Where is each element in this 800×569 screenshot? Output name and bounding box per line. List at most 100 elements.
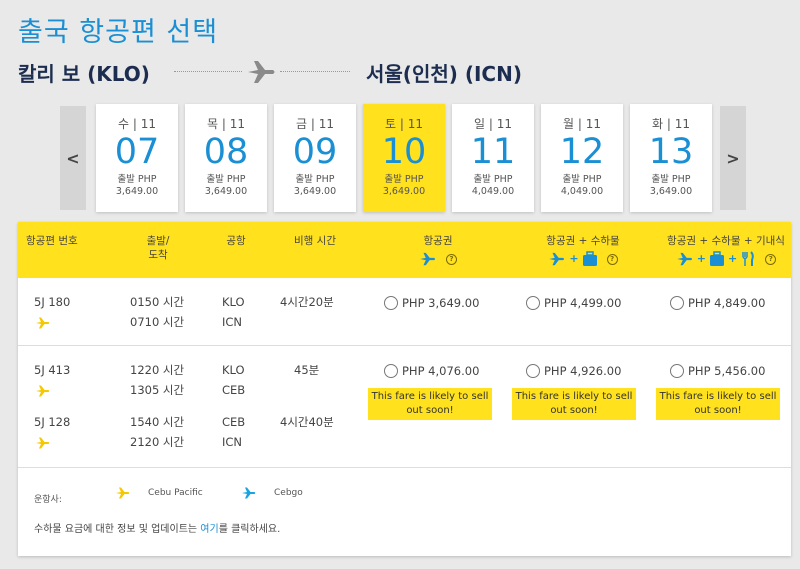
date-weekday: 일 | 11 bbox=[474, 117, 512, 131]
fare-price: PHP 4,076.00 bbox=[402, 364, 480, 378]
info-icon[interactable]: ? bbox=[765, 253, 777, 265]
header-flight-number: 항공편 번호 bbox=[26, 235, 78, 247]
header-arrive: 도착 bbox=[148, 249, 168, 261]
fare-baggage-meal-radio[interactable]: PHP 5,456.00 bbox=[670, 364, 765, 378]
operator-legend-item: Cebu Pacific bbox=[114, 486, 203, 500]
baggage-info-link[interactable]: 여기 bbox=[200, 524, 218, 535]
date-day: 09 bbox=[292, 132, 338, 172]
date-price-label: 출발 PHP bbox=[117, 174, 157, 185]
radio-circle[interactable] bbox=[526, 364, 540, 378]
date-day: 11 bbox=[470, 132, 516, 172]
header-airport: 공항 bbox=[226, 235, 246, 247]
cutlery-icon bbox=[742, 251, 755, 266]
depart-airport: KLO bbox=[222, 295, 245, 309]
date-day: 08 bbox=[203, 132, 249, 172]
date-day: 13 bbox=[648, 132, 694, 172]
next-week-button[interactable]: > bbox=[720, 106, 746, 210]
origin-city: 칼리 보 (KLO) bbox=[18, 62, 150, 86]
flight-number: 5J 180 bbox=[34, 295, 71, 309]
radio-circle[interactable] bbox=[384, 296, 398, 310]
header-fare-basic: 항공권 bbox=[423, 235, 453, 247]
date-price: 3,649.00 bbox=[293, 186, 337, 197]
destination-city: 서울(인천) (ICN) bbox=[366, 62, 522, 86]
date-day: 12 bbox=[559, 132, 605, 172]
cebgo-plane-icon bbox=[242, 487, 256, 499]
fare-price: PHP 5,456.00 bbox=[688, 364, 766, 378]
arrive-time: 2120 시간 bbox=[130, 435, 185, 449]
date-weekday: 목 | 11 bbox=[207, 117, 245, 131]
fare-baggage-radio[interactable]: PHP 4,926.00 bbox=[526, 364, 621, 378]
date-price-label: 출발 PHP bbox=[562, 174, 602, 185]
info-icon[interactable]: ? bbox=[606, 253, 618, 265]
flight-option-row: 5J 180 0150 시간 0710 시간 KLO ICN 4시간20분 PH… bbox=[18, 278, 791, 346]
sellout-notice: This fare is likely to sell out soon! bbox=[656, 388, 780, 420]
date-weekday: 수 | 11 bbox=[118, 117, 156, 131]
cebu-pacific-plane-icon bbox=[36, 437, 50, 449]
fare-price: PHP 4,849.00 bbox=[688, 296, 766, 310]
radio-circle[interactable] bbox=[526, 296, 540, 310]
baggage-note: 수하물 요금에 대한 정보 및 업데이트는 여기를 클릭하세요. bbox=[34, 520, 280, 535]
date-price-label: 출발 PHP bbox=[295, 174, 335, 185]
date-price: 3,649.00 bbox=[204, 186, 248, 197]
date-card-selected[interactable]: 토 | 11 10 출발 PHP 3,649.00 bbox=[363, 104, 445, 212]
date-card[interactable]: 월 | 11 12 출발 PHP 4,049.00 bbox=[541, 104, 623, 212]
date-price: 3,649.00 bbox=[382, 186, 426, 197]
date-weekday: 화 | 11 bbox=[652, 117, 690, 131]
flight-duration: 4시간20분 bbox=[280, 295, 334, 309]
date-selector: < 수 | 11 07 출발 PHP 3,649.00 목 | 11 08 출발… bbox=[60, 104, 746, 212]
table-header: 항공편 번호 출발/도착 공항 비행 시간 항공권 항공권 + 수하물 항공권 … bbox=[18, 222, 791, 278]
note-suffix: 를 클릭하세요. bbox=[218, 524, 281, 535]
route-summary: 칼리 보 (KLO) 서울(인천) (ICN) bbox=[18, 58, 578, 86]
cebu-pacific-plane-icon bbox=[36, 385, 50, 397]
fare-basic-radio[interactable]: PHP 3,649.00 bbox=[384, 296, 479, 310]
header-fare-baggage-meal: 항공권 + 수하물 + 기내식 bbox=[667, 235, 785, 247]
operator-legend-item: Cebgo bbox=[240, 486, 303, 500]
date-card[interactable]: 목 | 11 08 출발 PHP 3,649.00 bbox=[185, 104, 267, 212]
page-title: 출국 항공편 선택 bbox=[18, 17, 219, 48]
radio-circle[interactable] bbox=[384, 364, 398, 378]
date-price: 4,049.00 bbox=[560, 186, 604, 197]
operator-label: 운항사: bbox=[34, 495, 62, 505]
route-divider bbox=[174, 71, 242, 72]
fare-price: PHP 3,649.00 bbox=[402, 296, 480, 310]
date-weekday: 월 | 11 bbox=[563, 117, 601, 131]
flight-duration: 45분 bbox=[294, 363, 320, 377]
fare-baggage-meal-icons: + + ? bbox=[656, 250, 796, 268]
date-weekday: 토 | 11 bbox=[385, 117, 423, 131]
airplane-icon bbox=[420, 252, 436, 266]
fare-baggage-meal-radio[interactable]: PHP 4,849.00 bbox=[670, 296, 765, 310]
depart-time: 1220 시간 bbox=[130, 363, 185, 377]
operator-name: Cebu Pacific bbox=[148, 488, 203, 498]
fare-price: PHP 4,926.00 bbox=[544, 364, 622, 378]
radio-circle[interactable] bbox=[670, 296, 684, 310]
flight-results-panel: 항공편 번호 출발/도착 공항 비행 시간 항공권 항공권 + 수하물 항공권 … bbox=[18, 222, 791, 556]
flight-number: 5J 128 bbox=[34, 415, 71, 429]
flight-number: 5J 413 bbox=[34, 363, 71, 377]
operator-name: Cebgo bbox=[274, 488, 303, 498]
airplane-icon bbox=[676, 252, 692, 266]
date-card[interactable]: 수 | 11 07 출발 PHP 3,649.00 bbox=[96, 104, 178, 212]
date-card[interactable]: 일 | 11 11 출발 PHP 4,049.00 bbox=[452, 104, 534, 212]
prev-week-button[interactable]: < bbox=[60, 106, 86, 210]
date-day: 10 bbox=[381, 132, 427, 172]
airplane-icon bbox=[248, 61, 275, 83]
arrive-time: 0710 시간 bbox=[130, 315, 185, 329]
cebu-pacific-plane-icon bbox=[36, 317, 50, 329]
fare-price: PHP 4,499.00 bbox=[544, 296, 622, 310]
header-duration: 비행 시간 bbox=[294, 235, 336, 247]
date-weekday: 금 | 11 bbox=[296, 117, 334, 131]
cebu-pacific-plane-icon bbox=[116, 487, 130, 499]
radio-circle[interactable] bbox=[670, 364, 684, 378]
info-icon[interactable]: ? bbox=[446, 253, 457, 265]
fare-baggage-radio[interactable]: PHP 4,499.00 bbox=[526, 296, 621, 310]
date-card[interactable]: 금 | 11 09 출발 PHP 3,649.00 bbox=[274, 104, 356, 212]
plus-sign: + bbox=[696, 252, 706, 265]
fare-basic-radio[interactable]: PHP 4,076.00 bbox=[384, 364, 479, 378]
header-depart-arrive: 출발/도착 bbox=[130, 234, 186, 262]
arrive-airport: ICN bbox=[222, 435, 243, 449]
note-prefix: 수하물 요금에 대한 정보 및 업데이트는 bbox=[34, 524, 201, 535]
flight-duration: 4시간40분 bbox=[280, 415, 334, 429]
date-price-label: 출발 PHP bbox=[651, 174, 691, 185]
date-card[interactable]: 화 | 11 13 출발 PHP 3,649.00 bbox=[630, 104, 712, 212]
plus-sign: + bbox=[728, 252, 738, 265]
